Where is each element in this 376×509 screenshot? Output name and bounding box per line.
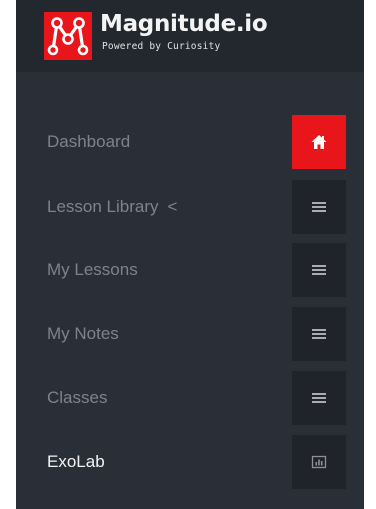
- sidebar-item-exolab[interactable]: ExoLab: [16, 435, 364, 489]
- classes-icon-button[interactable]: [292, 371, 346, 425]
- brand-logo[interactable]: [44, 12, 92, 60]
- sidebar-item-dashboard[interactable]: Dashboard: [16, 115, 364, 169]
- sidebar: Magnitude.io Powered by Curiosity Dashbo…: [16, 0, 364, 509]
- molecule-m-logo-icon: [47, 17, 89, 56]
- menu-lines-icon: [312, 329, 326, 339]
- menu-lines-icon: [312, 393, 326, 403]
- sidebar-item-my-lessons[interactable]: My Lessons: [16, 243, 364, 297]
- my-notes-icon-button[interactable]: [292, 307, 346, 361]
- sidebar-item-label: My Notes: [47, 324, 119, 343]
- menu-lines-icon: [312, 265, 326, 275]
- sidebar-item-label: ExoLab: [47, 452, 105, 471]
- menu-lines-icon: [312, 202, 326, 212]
- dashboard-icon-button[interactable]: [292, 115, 346, 169]
- exolab-icon-button[interactable]: [292, 435, 346, 489]
- lesson-library-icon-button[interactable]: [292, 180, 346, 234]
- sidebar-item-my-notes[interactable]: My Notes: [16, 307, 364, 361]
- brand-tagline: Powered by Curiosity: [102, 41, 221, 52]
- sidebar-item-label: Classes: [47, 388, 108, 407]
- bar-chart-icon: [311, 455, 327, 469]
- brand-name[interactable]: Magnitude.io: [100, 10, 268, 38]
- chevron-left-icon[interactable]: <: [168, 197, 178, 216]
- sidebar-item-label: My Lessons: [47, 260, 138, 279]
- home-icon: [311, 135, 327, 149]
- sidebar-item-classes[interactable]: Classes: [16, 371, 364, 425]
- sidebar-item-lesson-library[interactable]: Lesson Library <: [16, 180, 364, 234]
- my-lessons-icon-button[interactable]: [292, 243, 346, 297]
- brand-header[interactable]: Magnitude.io Powered by Curiosity: [16, 0, 364, 72]
- sidebar-item-label: Lesson Library: [47, 197, 159, 216]
- sidebar-item-label: Dashboard: [47, 132, 131, 151]
